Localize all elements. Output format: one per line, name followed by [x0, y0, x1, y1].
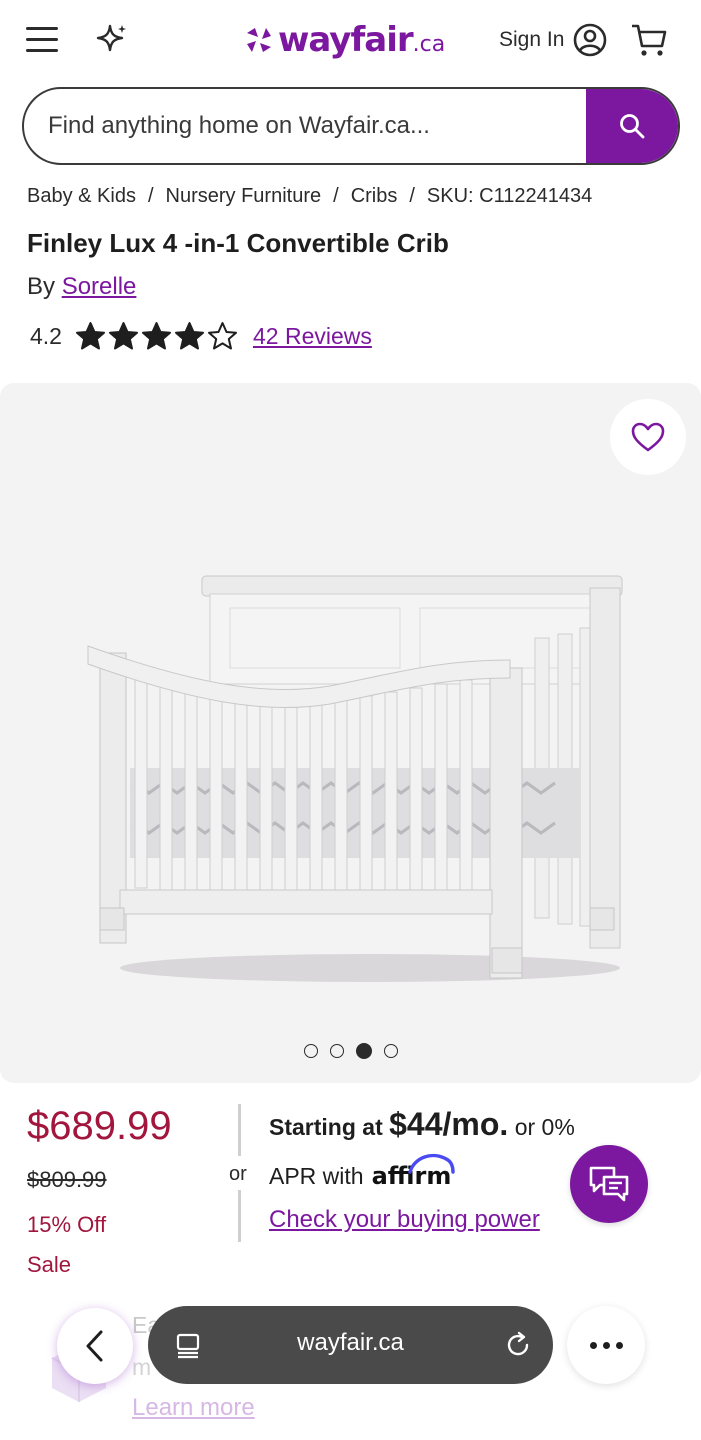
breadcrumb-baby-kids[interactable]: Baby & Kids — [27, 185, 136, 208]
browser-url-text: wayfair.ca — [297, 1329, 404, 1356]
account-icon[interactable] — [572, 22, 608, 58]
breadcrumb-separator: / — [147, 185, 154, 207]
sale-price: $689.99 — [27, 1104, 172, 1148]
wayfair-logo[interactable]: wayfair .ca — [244, 16, 445, 64]
breadcrumb: Baby & Kids / Nursery Furniture / Cribs … — [27, 185, 592, 208]
star-filled-icon — [108, 322, 138, 350]
star-filled-icon — [174, 322, 204, 350]
apr-label: APR with — [269, 1162, 364, 1189]
chat-button[interactable] — [570, 1145, 648, 1223]
browser-url-bar[interactable]: wayfair.ca — [148, 1306, 553, 1384]
breadcrumb-cribs[interactable]: Cribs — [351, 185, 398, 208]
star-filled-icon — [75, 322, 105, 350]
more-dot — [615, 1341, 623, 1349]
starting-label: Starting at — [269, 1114, 383, 1140]
gallery-dot[interactable] — [356, 1043, 372, 1059]
star-filled-icon — [141, 322, 171, 350]
header: wayfair .ca Sign In — [0, 0, 701, 82]
product-title: Finley Lux 4 -in-1 Convertible Crib — [27, 228, 449, 258]
breadcrumb-separator: / — [333, 185, 339, 207]
gallery-dot[interactable] — [304, 1044, 318, 1058]
financing-line: Starting at $44/mo. or 0% — [269, 1106, 575, 1143]
rating-row: 4.2 42 Reviews — [30, 318, 372, 354]
more-dot — [602, 1341, 610, 1349]
star-rating — [74, 321, 239, 351]
logo-suffix: .ca — [412, 31, 446, 57]
sparkle-icon[interactable] — [94, 22, 130, 58]
brand-link[interactable]: Sorelle — [62, 273, 137, 300]
cart-icon[interactable] — [630, 22, 668, 58]
more-dot — [589, 1341, 597, 1349]
gallery-pagination — [304, 1043, 410, 1059]
breadcrumb-sku: SKU: C112241434 — [426, 185, 593, 207]
star-empty-icon — [207, 322, 237, 350]
price-divider — [238, 1190, 241, 1242]
browser-back-button[interactable] — [57, 1308, 133, 1384]
reload-icon[interactable] — [504, 1331, 532, 1359]
original-price: $809.99 — [27, 1167, 107, 1192]
discount-label: 15% Off — [27, 1212, 107, 1237]
search-bar — [22, 87, 680, 165]
gallery-dot[interactable] — [384, 1044, 398, 1058]
reviews-link[interactable]: 42 Reviews — [253, 323, 372, 350]
search-input[interactable] — [24, 89, 586, 163]
logo-text: wayfair — [278, 20, 414, 60]
sale-label: Sale — [27, 1252, 72, 1277]
affirm-logo: affirm — [372, 1153, 455, 1190]
crib-product-image — [87, 575, 623, 982]
browser-more-button[interactable] — [567, 1306, 645, 1384]
heart-icon — [631, 422, 665, 452]
product-image-gallery[interactable] — [0, 383, 701, 1083]
affirm-arc-icon — [407, 1153, 455, 1174]
check-buying-power-link[interactable]: Check your buying power — [269, 1206, 540, 1234]
chevron-left-icon — [86, 1330, 103, 1362]
chat-icon — [589, 1166, 629, 1202]
menu-icon[interactable] — [26, 27, 60, 53]
breadcrumb-nursery-furniture[interactable]: Nursery Furniture — [166, 185, 322, 208]
rating-number: 4.2 — [30, 322, 62, 349]
breadcrumb-separator: / — [409, 185, 415, 207]
favorite-button[interactable] — [610, 399, 686, 475]
apr-line: APR with affirm — [269, 1153, 455, 1190]
price-divider — [238, 1104, 241, 1156]
wayfair-pinwheel-icon — [247, 28, 271, 52]
monthly-amount: $44/mo. — [389, 1106, 509, 1142]
by-label: By — [27, 273, 56, 300]
gallery-dot[interactable] — [330, 1044, 344, 1058]
search-icon — [620, 114, 645, 139]
or-apr-label: or 0% — [514, 1114, 575, 1140]
promo-text-line2: m — [132, 1354, 152, 1380]
search-button[interactable] — [586, 89, 678, 163]
learn-more-link[interactable]: Learn more — [132, 1394, 255, 1422]
or-label: or — [229, 1163, 247, 1185]
sign-in-link[interactable]: Sign In — [499, 28, 564, 52]
product-byline: By Sorelle — [27, 273, 136, 301]
